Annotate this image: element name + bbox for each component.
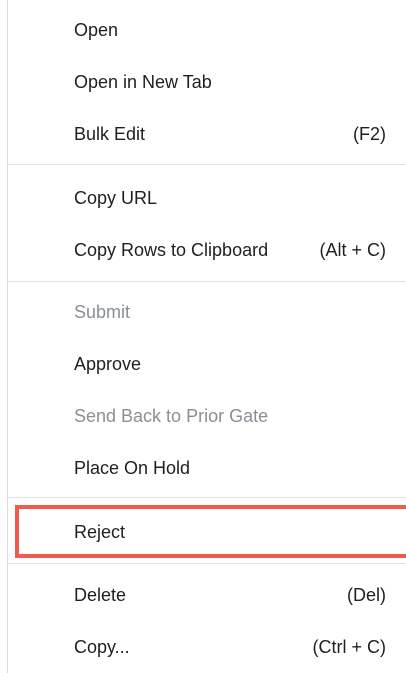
menu-item-label: Approve [74,353,142,374]
menu-item-label: Copy URL [74,187,158,208]
menu-item-copy[interactable]: Copy... (Ctrl + C) [8,621,406,673]
menu-item-shortcut: (Del) [347,584,386,605]
menu-item-place-on-hold[interactable]: Place On Hold [8,442,406,494]
menu-divider [8,563,406,564]
menu-item-label: Reject [74,521,126,542]
menu-item-label: Delete [74,584,127,605]
menu-item-open[interactable]: Open [8,4,406,56]
context-menu: Open Open in New Tab Bulk Edit (F2) Copy… [8,0,406,673]
menu-item-copy-rows-to-clipboard[interactable]: Copy Rows to Clipboard (Alt + C) [8,224,406,276]
menu-item-label: Copy... [74,636,130,657]
menu-divider [8,164,406,165]
menu-item-shortcut: (F2) [353,123,386,144]
menu-item-label: Bulk Edit [74,123,146,144]
menu-item-label: Copy Rows to Clipboard [74,239,269,260]
menu-item-reject[interactable]: Reject [8,506,406,558]
menu-item-copy-url[interactable]: Copy URL [8,172,406,224]
menu-item-label: Send Back to Prior Gate [74,405,269,426]
menu-item-label: Open in New Tab [74,71,212,92]
menu-item-shortcut: (Alt + C) [319,239,386,260]
menu-divider [8,281,406,282]
menu-item-shortcut: (Ctrl + C) [312,636,387,657]
menu-item-label: Open [74,19,119,40]
menu-divider [8,497,406,498]
menu-item-open-in-new-tab[interactable]: Open in New Tab [8,56,406,108]
menu-item-bulk-edit[interactable]: Bulk Edit (F2) [8,108,406,160]
menu-item-submit: Submit [8,286,406,338]
menu-item-approve[interactable]: Approve [8,338,406,390]
menu-item-send-back-to-prior-gate: Send Back to Prior Gate [8,390,406,442]
menu-item-label: Place On Hold [74,457,191,478]
menu-item-delete[interactable]: Delete (Del) [8,569,406,621]
menu-item-label: Submit [74,301,131,322]
